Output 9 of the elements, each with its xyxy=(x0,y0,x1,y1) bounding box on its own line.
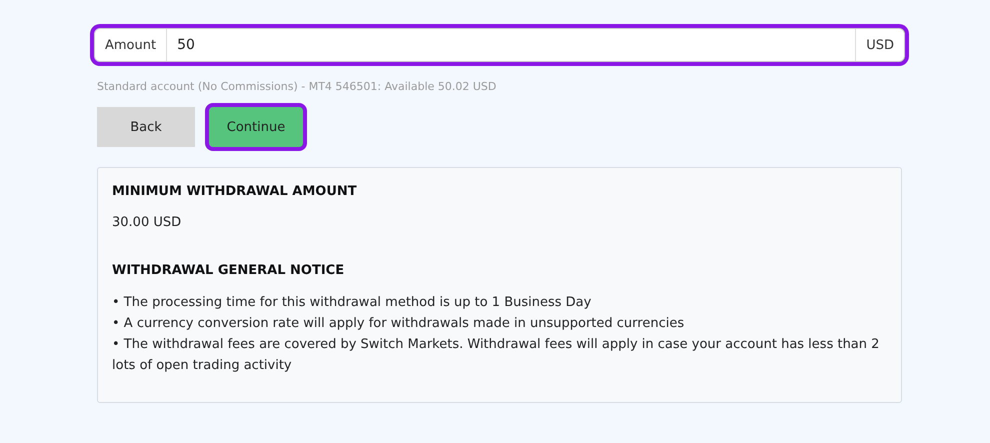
notice-item: • A currency conversion rate will apply for withdrawals made in unsupported currencies xyxy=(112,315,686,333)
account-info: Standard account (No Commissions) - MT4 546501: Available 50.02 USD xyxy=(97,80,498,93)
notice-item: • The processing time for this withdrawal method is up to 1 Business Day xyxy=(112,294,592,312)
notice-item: • The withdrawal fees are covered by Switch Markets. Withdrawal fees will apply in case your account has less than 2 lots of open trading activity xyxy=(112,336,880,375)
minimum-amount: 30.00 USD xyxy=(112,215,182,230)
continue-button[interactable]: Continue xyxy=(209,107,303,147)
section-heading: WITHDRAWAL GENERAL NOTICE xyxy=(112,263,346,278)
back-button[interactable]: Back xyxy=(97,107,195,147)
section-heading: MINIMUM WITHDRAWAL AMOUNT xyxy=(112,184,358,199)
